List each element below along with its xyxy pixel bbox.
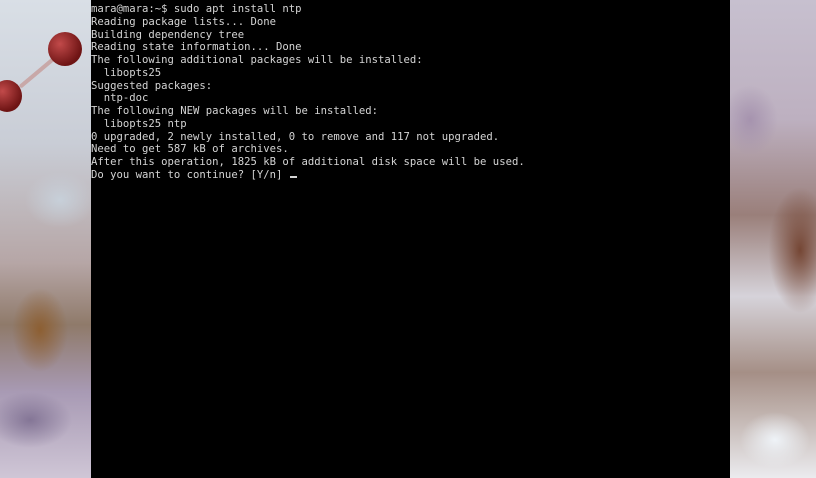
terminal-line: Reading state information... Done (91, 41, 302, 54)
terminal-window[interactable]: mara@mara:~$ sudo apt install ntp Readin… (91, 0, 730, 478)
terminal-line: ntp-doc (91, 92, 149, 105)
terminal-line: Reading package lists... Done (91, 15, 276, 28)
terminal-line: Suggested packages: (91, 79, 213, 92)
desktop-wallpaper-left (0, 0, 91, 478)
terminal-prompt-line[interactable]: Do you want to continue? [Y/n] (91, 169, 730, 182)
terminal-line: libopts25 (91, 66, 162, 79)
terminal-cursor (289, 175, 297, 178)
terminal-line: Need to get 587 kB of archives. (91, 143, 289, 156)
terminal-line: Building dependency tree (91, 28, 245, 41)
terminal-line: After this operation, 1825 kB of additio… (91, 156, 525, 168)
terminal-line: mara@mara:~$ sudo apt install ntp (91, 3, 302, 15)
terminal-line: libopts25 ntp (91, 117, 187, 130)
desktop-wallpaper-right (730, 0, 816, 478)
terminal-line: 0 upgraded, 2 newly installed, 0 to remo… (91, 130, 500, 143)
terminal-line: The following NEW packages will be insta… (91, 105, 379, 117)
terminal-prompt-text: Do you want to continue? [Y/n] (91, 168, 289, 181)
terminal-line: The following additional packages will b… (91, 54, 423, 66)
desktop-screen: mara@mara:~$ sudo apt install ntp Readin… (0, 0, 816, 478)
wallpaper-berry (48, 32, 82, 66)
